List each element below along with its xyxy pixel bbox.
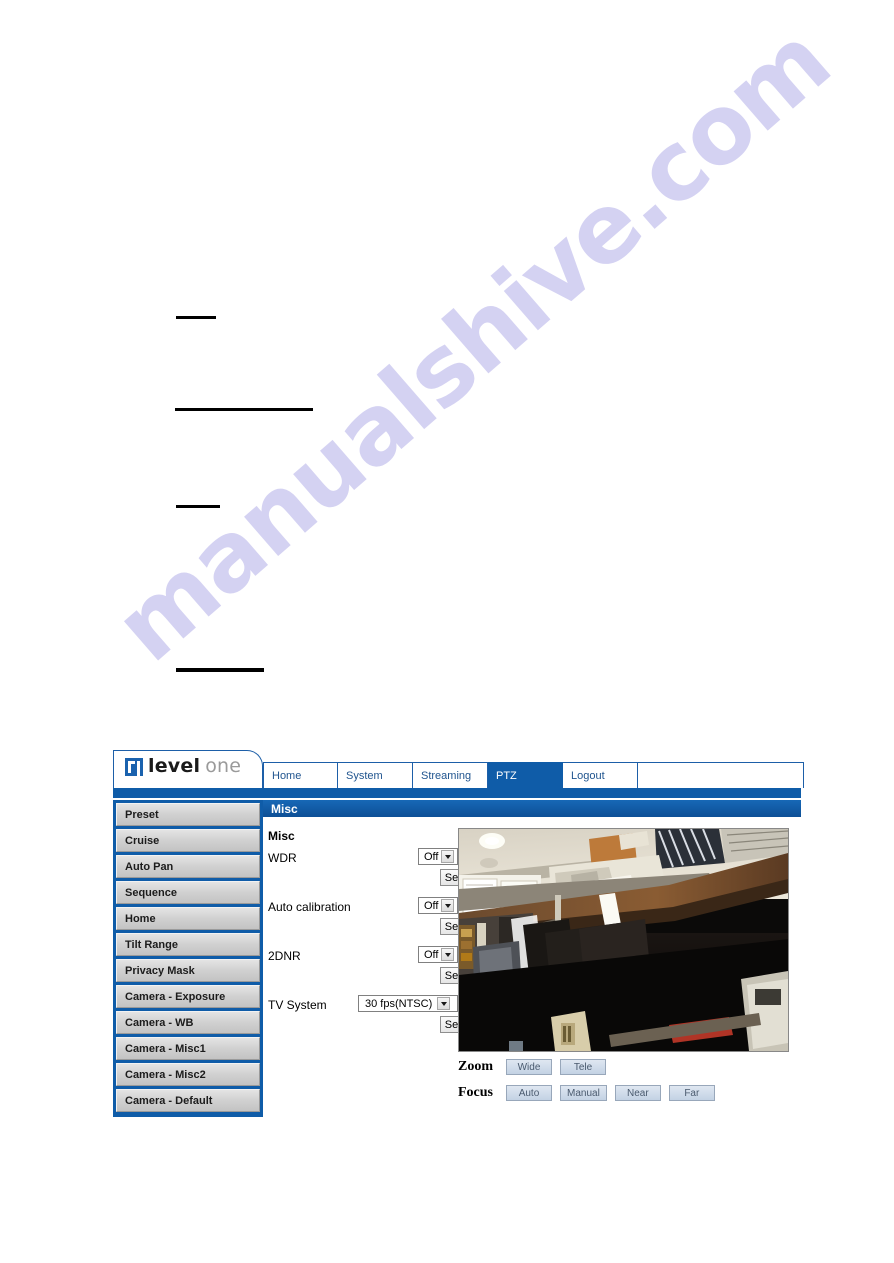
- sidebar-item-auto-pan[interactable]: Auto Pan: [116, 855, 260, 878]
- select-value: Off: [424, 850, 439, 863]
- sidebar-item-camera-exposure[interactable]: Camera - Exposure: [116, 985, 260, 1008]
- brand-logo: level one: [125, 757, 241, 776]
- focus-button-manual[interactable]: Manual: [560, 1085, 607, 1101]
- zoom-button-tele[interactable]: Tele: [560, 1059, 606, 1075]
- form-row-tv-system: TV System 30 fps(NTSC) Set: [268, 995, 466, 1044]
- zoom-buttons: Wide Tele: [506, 1059, 614, 1075]
- zoom-label: Zoom: [458, 1059, 493, 1074]
- sidebar-menu: Preset Cruise Auto Pan Sequence Home Tilt Ran…: [113, 800, 263, 1117]
- zoom-control-row: Zoom Wide Tele: [458, 1057, 798, 1077]
- nav-tab-home[interactable]: Home: [263, 762, 338, 788]
- sidebar-item-privacy-mask[interactable]: Privacy Mask: [116, 959, 260, 982]
- text-rule-2: [176, 505, 220, 508]
- nav-tab-logout[interactable]: Logout: [563, 762, 638, 788]
- nav-tab-system[interactable]: System: [338, 762, 413, 788]
- live-video-preview[interactable]: [458, 828, 789, 1052]
- sidebar-item-camera-default[interactable]: Camera - Default: [116, 1089, 260, 1112]
- sidebar-item-camera-wb[interactable]: Camera - WB: [116, 1011, 260, 1034]
- video-frame-image: [459, 829, 788, 1051]
- sidebar-item-cruise[interactable]: Cruise: [116, 829, 260, 852]
- content-pane: Misc Misc WDR Off Set Auto calibration Off Se…: [263, 800, 801, 1102]
- section-heading: Misc: [268, 829, 295, 843]
- nav-tab-ptz[interactable]: PTZ: [488, 762, 563, 788]
- chevron-down-icon[interactable]: [441, 948, 455, 961]
- watermark-text: manualshive.com: [95, 6, 851, 684]
- field-label-2dnr: 2DNR: [268, 949, 301, 963]
- ptz-controls: Zoom Wide Tele Focus Auto Manual Near Far: [458, 1057, 798, 1109]
- focus-button-far[interactable]: Far: [668, 1085, 715, 1101]
- select-value: Off: [424, 899, 439, 912]
- brand-level-text: level: [148, 755, 201, 777]
- form-row-2dnr: 2DNR Off Set: [268, 946, 466, 995]
- field-label-wdr: WDR: [268, 851, 297, 865]
- focus-label: Focus: [458, 1085, 493, 1100]
- ui-header: level one Home System Streaming PTZ Logout: [113, 750, 804, 798]
- sidebar-item-tilt-range[interactable]: Tilt Range: [116, 933, 260, 956]
- camera-web-interface: level one Home System Streaming PTZ Logout P…: [113, 750, 804, 1117]
- content-title-bar: Misc: [263, 800, 801, 817]
- levelone-logo-icon: [125, 757, 143, 776]
- content-inner: Misc WDR Off Set Auto calibration Off Set 2DNR…: [263, 817, 801, 1102]
- focus-button-near[interactable]: Near: [614, 1085, 661, 1101]
- zoom-button-wide[interactable]: Wide: [506, 1059, 552, 1075]
- select-wdr[interactable]: Off: [418, 848, 458, 865]
- text-rule-0: [176, 316, 216, 319]
- sidebar-item-camera-misc2[interactable]: Camera - Misc2: [116, 1063, 260, 1086]
- sidebar-item-home[interactable]: Home: [116, 907, 260, 930]
- select-tv-system[interactable]: 30 fps(NTSC): [358, 995, 458, 1012]
- nav-tab-spacer: [638, 762, 804, 788]
- chevron-down-icon[interactable]: [441, 899, 455, 912]
- sidebar-item-camera-misc1[interactable]: Camera - Misc1: [116, 1037, 260, 1060]
- text-rule-3: [176, 668, 264, 672]
- form-row-auto-calibration: Auto calibration Off Set: [268, 897, 466, 946]
- ui-body: Preset Cruise Auto Pan Sequence Home Tilt Ran…: [113, 800, 801, 1117]
- focus-buttons: Auto Manual Near Far: [506, 1085, 723, 1101]
- field-label-tv-system: TV System: [268, 998, 327, 1012]
- select-value: 30 fps(NTSC): [365, 997, 433, 1010]
- brand-logo-tab: level one: [113, 750, 263, 788]
- chevron-down-icon[interactable]: [437, 997, 451, 1010]
- misc-settings-form: Misc WDR Off Set Auto calibration Off Set 2DNR…: [268, 829, 466, 1044]
- select-2dnr[interactable]: Off: [418, 946, 458, 963]
- nav-tab-streaming[interactable]: Streaming: [413, 762, 488, 788]
- chevron-down-icon[interactable]: [441, 850, 455, 863]
- header-blue-bar: [113, 788, 801, 798]
- sidebar-item-preset[interactable]: Preset: [116, 803, 260, 826]
- main-navigation-tabs: Home System Streaming PTZ Logout: [263, 762, 804, 788]
- focus-button-auto[interactable]: Auto: [506, 1085, 552, 1101]
- text-rule-1: [175, 408, 313, 411]
- form-rows: WDR Off Set Auto calibration Off Set 2DNR Off Se…: [268, 848, 466, 1044]
- select-auto-calibration[interactable]: Off: [418, 897, 458, 914]
- field-label-auto-calibration: Auto calibration: [268, 900, 351, 914]
- sidebar-item-sequence[interactable]: Sequence: [116, 881, 260, 904]
- focus-control-row: Focus Auto Manual Near Far: [458, 1083, 798, 1103]
- select-value: Off: [424, 948, 439, 961]
- form-row-wdr: WDR Off Set: [268, 848, 466, 897]
- brand-one-text: one: [205, 755, 242, 777]
